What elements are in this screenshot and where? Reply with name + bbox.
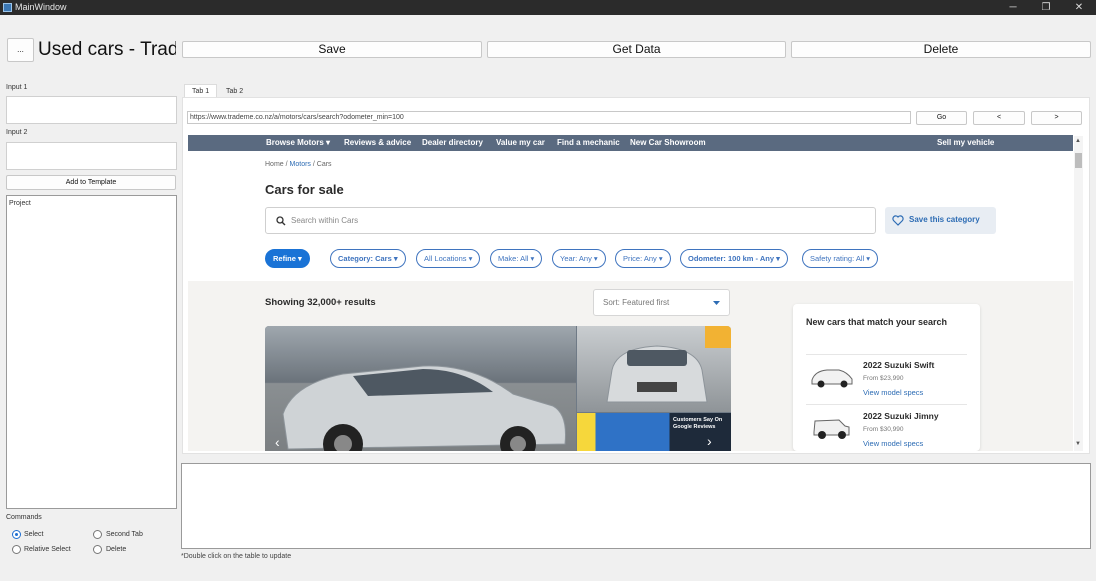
new-car-price: From $30,990	[863, 426, 904, 433]
input1-label: Input 1	[6, 84, 28, 91]
new-car-name[interactable]: 2022 Suzuki Jimny	[863, 411, 939, 421]
divider	[806, 354, 967, 355]
sort-select-value: Sort: Featured first	[603, 298, 670, 307]
location-filter[interactable]: All Locations ▾	[416, 249, 481, 268]
close-button[interactable]: ✕	[1064, 0, 1094, 15]
safety-rating-filter[interactable]: Safety rating: All ▾	[802, 249, 879, 268]
new-cars-heading: New cars that match your search	[806, 317, 948, 327]
delete-radio[interactable]	[93, 545, 102, 554]
input2-label: Input 2	[6, 129, 28, 136]
delete-radio-label[interactable]: Delete	[106, 546, 126, 553]
car-thumbnail-swift	[811, 369, 853, 388]
refine-filter[interactable]: Refine ▾	[265, 249, 310, 268]
price-filter[interactable]: Price: Any ▾	[615, 249, 671, 268]
nav-reviews[interactable]: Reviews & advice	[344, 138, 411, 147]
new-car-name[interactable]: 2022 Suzuki Swift	[863, 360, 934, 370]
site-search-input[interactable]: Search within Cars	[265, 207, 876, 234]
nav-find-mechanic[interactable]: Find a mechanic	[557, 138, 620, 147]
category-filter[interactable]: Category: Cars ▾	[330, 249, 406, 268]
heart-icon	[892, 215, 904, 226]
project-tree-item[interactable]: Project	[9, 200, 31, 207]
listing-badge	[705, 326, 731, 348]
save-category-button[interactable]: Save this category	[885, 207, 996, 234]
new-car-price: From $23,990	[863, 375, 904, 382]
search-placeholder: Search within Cars	[291, 216, 359, 225]
add-to-template-button[interactable]: Add to Template	[6, 175, 176, 190]
new-cars-card: New cars that match your search 2022 Suz…	[793, 304, 980, 451]
gallery-prev-icon[interactable]: ‹	[275, 434, 280, 450]
breadcrumb-cars[interactable]: Cars	[317, 161, 332, 168]
breadcrumb-motors[interactable]: Motors	[290, 161, 311, 168]
select-radio-label[interactable]: Select	[24, 531, 43, 538]
go-button[interactable]: Go	[916, 111, 967, 125]
app-icon	[3, 3, 12, 12]
nav-sell-vehicle[interactable]: Sell my vehicle	[937, 138, 994, 147]
site-nav-bar: Browse Motors ▾ Reviews & advice Dealer …	[188, 135, 1073, 151]
save-category-label: Save this category	[909, 215, 980, 224]
car-front-illustration	[606, 345, 708, 403]
odometer-filter[interactable]: Odometer: 100 km - Any ▾	[680, 249, 788, 268]
tab-1[interactable]: Tab 1	[184, 84, 218, 97]
second-tab-radio-label[interactable]: Second Tab	[106, 531, 143, 538]
input2-field[interactable]	[6, 142, 177, 170]
minimize-button[interactable]: ─	[998, 0, 1028, 15]
car-thumbnail-jimny	[813, 419, 850, 439]
search-icon	[276, 216, 286, 226]
nav-dealer-directory[interactable]: Dealer directory	[422, 138, 483, 147]
maximize-button[interactable]: ❐	[1031, 0, 1061, 15]
listing-main-photo[interactable]: ‹	[265, 326, 576, 451]
page-heading: Used cars - Trad	[38, 39, 176, 60]
listing-gallery[interactable]: ‹ Customers Say On Google Reviews ›	[265, 326, 731, 451]
web-view[interactable]: Browse Motors ▾ Reviews & advice Dealer …	[188, 135, 1073, 451]
menu-button[interactable]: ...	[7, 38, 34, 62]
forward-button[interactable]: >	[1031, 111, 1082, 125]
url-input[interactable]: https://www.trademe.co.nz/a/motors/cars/…	[187, 111, 911, 124]
scroll-down-icon[interactable]: ▼	[1075, 441, 1081, 447]
window-titlebar: MainWindow ─ ❐ ✕	[0, 0, 1096, 15]
breadcrumb: Home / Motors / Cars	[265, 161, 332, 168]
commands-label: Commands	[6, 514, 42, 521]
delete-button[interactable]: Delete	[791, 41, 1091, 58]
window-title: MainWindow	[15, 2, 67, 12]
view-model-specs-link[interactable]: View model specs	[863, 439, 923, 448]
select-radio[interactable]	[12, 530, 21, 539]
save-button[interactable]: Save	[182, 41, 482, 58]
listing-thumb-promo[interactable]: Customers Say On Google Reviews ›	[577, 413, 731, 451]
data-table[interactable]	[181, 463, 1091, 549]
gallery-next-icon[interactable]: ›	[707, 433, 712, 449]
second-tab-radio[interactable]	[93, 530, 102, 539]
divider	[806, 404, 967, 405]
breadcrumb-home[interactable]: Home	[265, 161, 284, 168]
year-filter[interactable]: Year: Any ▾	[552, 249, 606, 268]
promo-banner-text: Customers Say On Google Reviews	[673, 417, 723, 430]
listing-thumb-front[interactable]	[577, 326, 731, 412]
page-title: Cars for sale	[265, 182, 344, 197]
get-data-button[interactable]: Get Data	[487, 41, 786, 58]
view-model-specs-link[interactable]: View model specs	[863, 388, 923, 397]
nav-new-car-showroom[interactable]: New Car Showroom	[630, 138, 706, 147]
input1-field[interactable]	[6, 96, 177, 124]
scroll-up-icon[interactable]: ▲	[1075, 138, 1081, 144]
make-filter[interactable]: Make: All ▾	[490, 249, 543, 268]
tab-2[interactable]: Tab 2	[218, 84, 251, 97]
sort-select[interactable]: Sort: Featured first	[593, 289, 730, 316]
footer-hint: *Double click on the table to update	[181, 553, 292, 560]
nav-value-my-car[interactable]: Value my car	[496, 138, 545, 147]
relative-select-radio-label[interactable]: Relative Select	[24, 546, 71, 553]
project-tree[interactable]: Project	[6, 195, 177, 509]
car-photo-illustration	[282, 365, 566, 451]
results-count: Showing 32,000+ results	[265, 297, 376, 308]
scrollbar-thumb[interactable]	[1075, 153, 1082, 168]
nav-browse-motors[interactable]: Browse Motors ▾	[266, 138, 330, 147]
relative-select-radio[interactable]	[12, 545, 21, 554]
back-button[interactable]: <	[973, 111, 1025, 125]
web-view-scrollbar[interactable]: ▲ ▼	[1074, 136, 1083, 451]
chevron-down-icon	[713, 301, 720, 305]
